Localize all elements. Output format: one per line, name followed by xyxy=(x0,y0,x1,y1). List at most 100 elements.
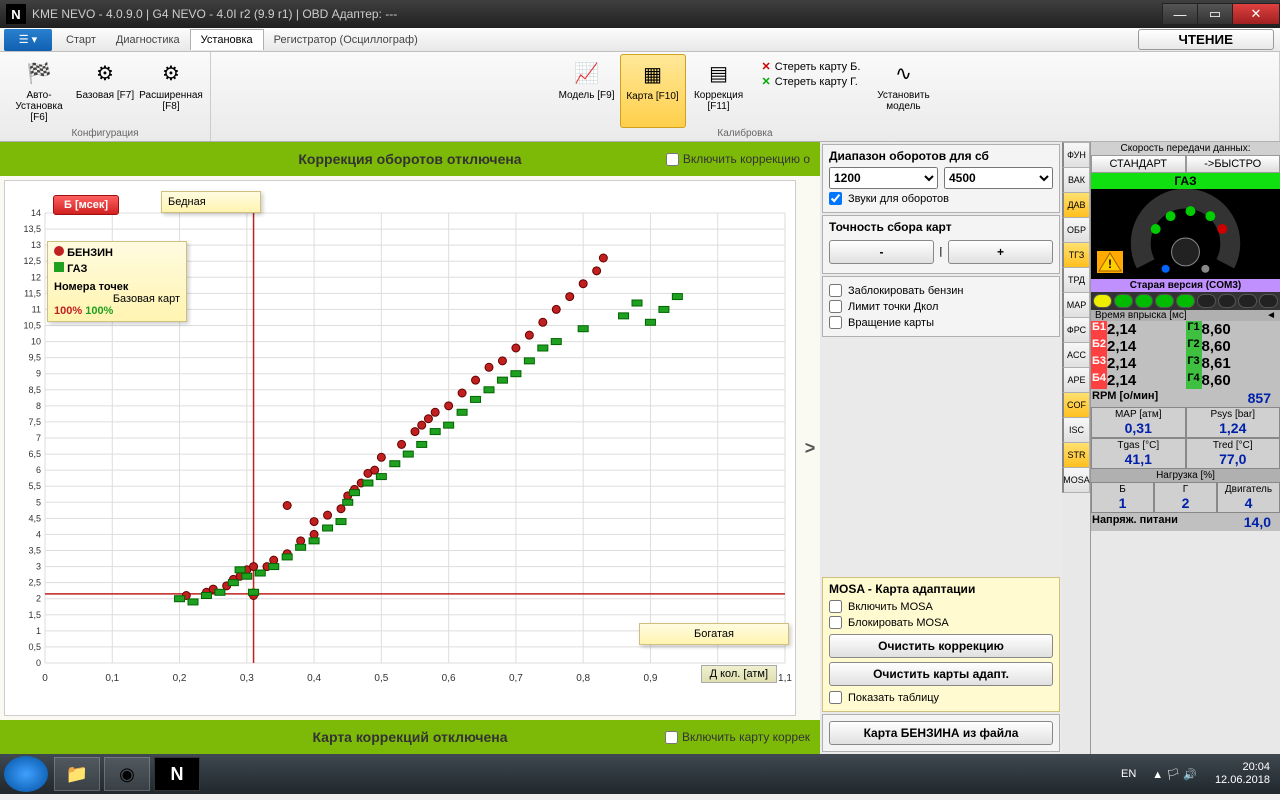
precision-plus[interactable]: + xyxy=(948,240,1053,264)
erase-map-b[interactable]: ✕Стереть карту Б. xyxy=(762,60,861,73)
svg-text:10: 10 xyxy=(31,337,41,347)
tab-diagnostics[interactable]: Диагностика xyxy=(106,30,190,50)
svg-text:7: 7 xyxy=(36,433,41,443)
tab-setup[interactable]: Установка xyxy=(190,29,264,50)
svg-text:6: 6 xyxy=(36,465,41,475)
svg-text:5,5: 5,5 xyxy=(28,481,41,491)
rpm-row: RPM [о/мин] 857 xyxy=(1091,389,1280,407)
kme-taskbar-icon[interactable]: N xyxy=(154,757,200,791)
enable-map-correction-checkbox[interactable]: Включить карту коррек xyxy=(665,730,810,744)
correction-button[interactable]: ▤Коррекция [F11] xyxy=(686,54,752,128)
start-button[interactable] xyxy=(4,756,48,792)
clock[interactable]: 20:04 12.06.2018 xyxy=(1205,761,1280,787)
flag-icon: 🏁 xyxy=(23,58,55,88)
sidetab-фрс[interactable]: ФРС xyxy=(1062,317,1090,343)
window-title: KME NEVO - 4.0.9.0 | G4 NEVO - 4.0I r2 (… xyxy=(32,7,1163,21)
sidetab-acc[interactable]: ACC xyxy=(1062,342,1090,368)
legend-box: БЕНЗИН ГАЗ Номера точек Базовая карт 100… xyxy=(47,241,187,322)
fuel-mode-indicator: ГАЗ xyxy=(1091,173,1280,189)
mosa-enable-checkbox[interactable]: Включить MOSA xyxy=(829,600,1053,613)
sidetab-isc[interactable]: ISC xyxy=(1062,417,1090,443)
svg-text:12: 12 xyxy=(31,272,41,282)
menubar: ☰ ▾ Старт Диагностика Установка Регистра… xyxy=(0,28,1280,52)
install-model-button[interactable]: ∿Установить модель xyxy=(870,54,936,128)
gear-icon: ⚙ xyxy=(155,58,187,88)
tab-start[interactable]: Старт xyxy=(56,30,106,50)
sidetab-mosa[interactable]: MOSA xyxy=(1062,467,1090,493)
limit-checkbox[interactable]: Лимит точки Дкол xyxy=(829,300,1053,313)
explorer-taskbar-icon[interactable]: 📁 xyxy=(54,757,100,791)
svg-text:7,5: 7,5 xyxy=(28,417,41,427)
sidetab-тгз[interactable]: ТГЗ xyxy=(1062,242,1090,268)
chevron-left-icon[interactable]: ◄ xyxy=(1266,310,1276,321)
chrome-taskbar-icon[interactable]: ◉ xyxy=(104,757,150,791)
right-panel: Диапазон оборотов для сб 1200 4500 Звуки… xyxy=(820,142,1062,754)
map-button[interactable]: ▦Карта [F10] xyxy=(620,54,686,128)
svg-text:0,4: 0,4 xyxy=(307,673,321,684)
map-chart[interactable]: 00,10,20,30,40,50,60,70,80,911,100,511,5… xyxy=(4,180,796,716)
tray-icons[interactable]: ▲ 🏳 🔊 xyxy=(1144,768,1205,781)
advanced-button[interactable]: ⚙Расширенная [F8] xyxy=(138,54,204,128)
read-button[interactable]: ЧТЕНИЕ xyxy=(1138,29,1275,50)
svg-text:2,5: 2,5 xyxy=(28,578,41,588)
sidetab-дав[interactable]: ДАВ xyxy=(1062,192,1090,218)
dash-cell: Tgas [°C]41,1 xyxy=(1091,438,1186,469)
sidetab-вак[interactable]: ВАК xyxy=(1062,167,1090,193)
svg-text:11,5: 11,5 xyxy=(24,288,41,298)
petrol-dot-icon xyxy=(54,246,64,256)
warning-icon: ! xyxy=(1097,251,1123,273)
maximize-button[interactable]: ▭ xyxy=(1197,3,1233,25)
petrol-map-from-file-button[interactable]: Карта БЕНЗИНА из файла xyxy=(829,721,1053,745)
tab-recorder[interactable]: Регистратор (Осциллограф) xyxy=(264,30,428,50)
group-label: Калибровка xyxy=(717,128,772,139)
language-indicator[interactable]: EN xyxy=(1113,768,1144,780)
svg-text:5: 5 xyxy=(36,497,41,507)
group-label: Конфигурация xyxy=(71,128,138,139)
close-button[interactable]: ✕ xyxy=(1232,3,1280,25)
show-table-checkbox[interactable]: Показать таблицу xyxy=(829,691,1053,704)
rpm-gauge: ! xyxy=(1091,189,1280,279)
load-cell: Г2 xyxy=(1154,482,1217,513)
lean-label: Бедная xyxy=(161,191,261,213)
svg-text:!: ! xyxy=(1108,257,1112,271)
rpm-low-select[interactable]: 1200 xyxy=(829,167,938,189)
clear-adapt-maps-button[interactable]: Очистить карты адапт. xyxy=(829,662,1053,686)
sidetab-трд[interactable]: ТРД xyxy=(1062,267,1090,293)
sidetab-map[interactable]: MAP xyxy=(1062,292,1090,318)
rpm-high-select[interactable]: 4500 xyxy=(944,167,1053,189)
erase-map-g[interactable]: ✕Стереть карту Г. xyxy=(762,75,861,88)
left-panel: Коррекция оборотов отключена Включить ко… xyxy=(0,142,820,754)
rpm-correction-banner: Коррекция оборотов отключена Включить ко… xyxy=(0,142,820,176)
enable-rpm-correction-checkbox[interactable]: Включить коррекцию о xyxy=(666,152,810,166)
titlebar: N KME NEVO - 4.0.9.0 | G4 NEVO - 4.0I r2… xyxy=(0,0,1280,28)
basic-button[interactable]: ⚙Базовая [F7] xyxy=(72,54,138,128)
clear-correction-button[interactable]: Очистить коррекцию xyxy=(829,634,1053,658)
precision-slider[interactable] xyxy=(940,247,942,257)
sidetab-фун[interactable]: ФУН xyxy=(1062,142,1090,168)
sidetab-cof[interactable]: COF xyxy=(1062,392,1090,418)
model-button[interactable]: 📈Модель [F9] xyxy=(554,54,620,128)
inj-row: Б12,14Г18,60 xyxy=(1091,321,1280,338)
svg-text:10,5: 10,5 xyxy=(23,321,41,331)
sidetab-ape[interactable]: APE xyxy=(1062,367,1090,393)
baud-fast-button[interactable]: ->БЫСТРО xyxy=(1186,155,1280,173)
file-menu[interactable]: ☰ ▾ xyxy=(4,29,52,51)
svg-text:14: 14 xyxy=(31,208,41,218)
collapse-right-arrow[interactable]: > xyxy=(800,176,820,720)
minimize-button[interactable]: — xyxy=(1162,3,1198,25)
mosa-block-checkbox[interactable]: Блокировать MOSA xyxy=(829,616,1053,629)
svg-text:4,5: 4,5 xyxy=(28,513,41,523)
sidetab-обр[interactable]: ОБР xyxy=(1062,217,1090,243)
sidetab-str[interactable]: STR xyxy=(1062,442,1090,468)
side-tabs: ФУНВАКДАВОБРТГЗТРДMAPФРСACCAPECOFISCSTRM… xyxy=(1062,142,1090,754)
precision-minus[interactable]: - xyxy=(829,240,934,264)
chart-line-icon: 📈 xyxy=(571,58,603,88)
gas-square-icon xyxy=(54,262,64,272)
block-petrol-checkbox[interactable]: Заблокировать бензин xyxy=(829,284,1053,297)
sounds-checkbox[interactable]: Звуки для оборотов xyxy=(829,192,1053,205)
auto-setup-button[interactable]: 🏁Авто-Установка [F6] xyxy=(6,54,72,128)
map-correction-banner: Карта коррекций отключена Включить карту… xyxy=(0,720,820,754)
svg-text:13: 13 xyxy=(31,240,41,250)
baud-standard-button[interactable]: СТАНДАРТ xyxy=(1091,155,1186,173)
rotate-checkbox[interactable]: Вращение карты xyxy=(829,316,1053,329)
